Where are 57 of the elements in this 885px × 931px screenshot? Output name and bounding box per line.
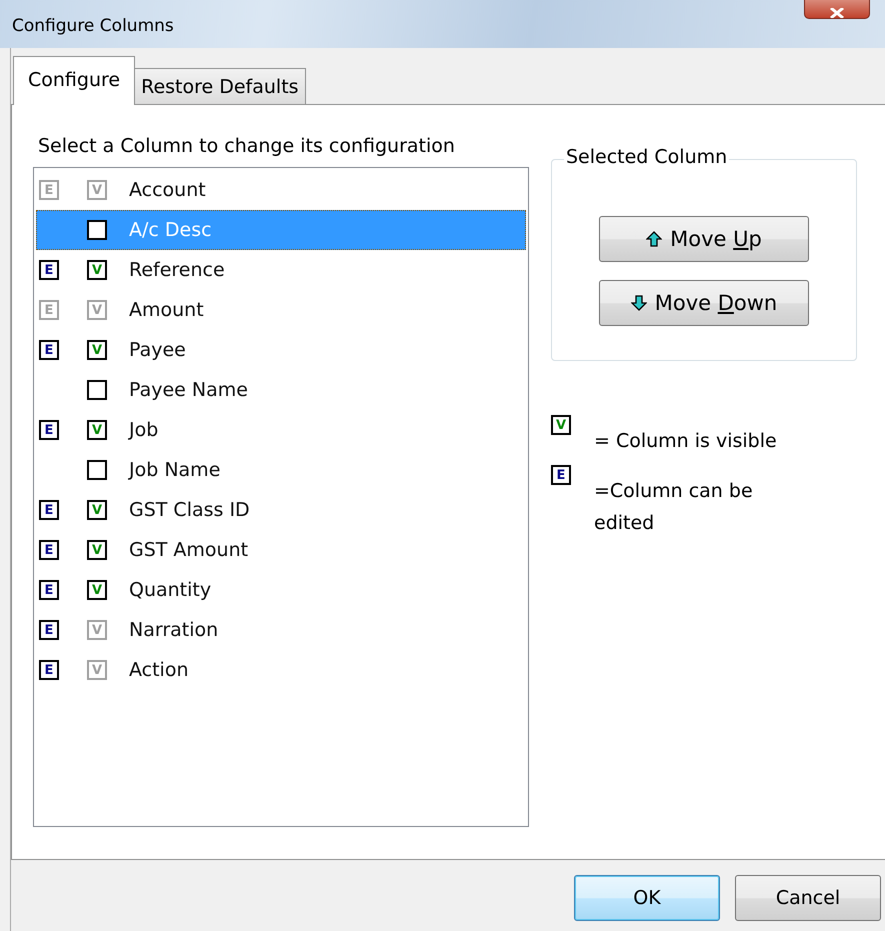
column-list-item[interactable]: E V Action [36,650,526,690]
legend-text: = Column is visible [594,429,778,454]
column-list-item[interactable]: Payee Name [36,370,526,410]
editable-checkbox[interactable]: E [39,260,59,280]
column-list-item[interactable]: E V Job [36,410,526,450]
editable-checkbox[interactable]: E [39,580,59,600]
move-down-button[interactable]: Move Down [599,280,809,326]
column-name: Payee [129,339,186,361]
column-name: Job [129,419,158,441]
visible-checkbox[interactable]: V [87,500,107,520]
instruction-text: Select a Column to change its configuration [38,135,456,157]
editable-checkbox[interactable]: E [39,340,59,360]
visible-checkbox[interactable]: V [87,340,107,360]
column-name: Action [129,659,189,681]
column-list-item[interactable]: E V GST Class ID [36,490,526,530]
visible-checkbox[interactable] [87,380,107,400]
column-list[interactable]: E V Account A/c Desc E V Reference E V Amount E V Payee Payee Name E V Job Job Name E V GST Class ID E V GST Amount E V Quantity E V Narration E V Action [33,167,529,827]
column-name: Quantity [129,579,212,601]
tab[interactable]: Configure [13,56,136,105]
editable-checkbox[interactable]: E [39,620,59,640]
editable-checkbox[interactable]: E [39,420,59,440]
column-name: A/c Desc [129,219,212,241]
move-up-button[interactable]: Move Up [599,216,809,262]
column-list-item[interactable]: E V Narration [36,610,526,650]
ok-button[interactable]: OK [574,875,720,921]
column-list-item[interactable]: E V Quantity [36,570,526,610]
column-name: Amount [129,299,204,321]
column-name: GST Class ID [129,499,250,521]
legend-text: =Column can be edited [594,479,754,536]
column-name: Job Name [129,459,220,481]
column-list-item[interactable]: Job Name [36,450,526,490]
column-name: GST Amount [129,539,248,561]
editable-checkbox[interactable]: E [39,540,59,560]
column-list-item[interactable]: E V GST Amount [36,530,526,570]
column-name: Narration [129,619,218,641]
window-title: Configure Columns [12,16,174,36]
column-name: Reference [129,259,225,281]
up-arrow-icon [646,231,662,247]
editable-legend-icon: E [551,465,571,485]
close-button[interactable] [804,0,870,19]
editable-checkbox[interactable]: E [39,660,59,680]
column-list-item[interactable]: E V Reference [36,250,526,290]
visible-checkbox[interactable] [87,220,107,240]
column-name: Payee Name [129,379,248,401]
visible-checkbox[interactable]: V [87,260,107,280]
visible-checkbox[interactable]: V [87,580,107,600]
visible-checkbox[interactable]: V [87,540,107,560]
column-name: Account [129,179,206,201]
visible-checkbox[interactable] [87,460,107,480]
cancel-button[interactable]: Cancel [735,875,881,921]
visible-checkbox[interactable]: V [87,420,107,440]
tab[interactable]: Restore Defaults [134,68,306,104]
column-list-item[interactable]: E V Payee [36,330,526,370]
editable-checkbox[interactable]: E [39,500,59,520]
close-icon [829,8,845,18]
visible-legend-icon: V [551,415,571,435]
down-arrow-icon [630,295,647,311]
